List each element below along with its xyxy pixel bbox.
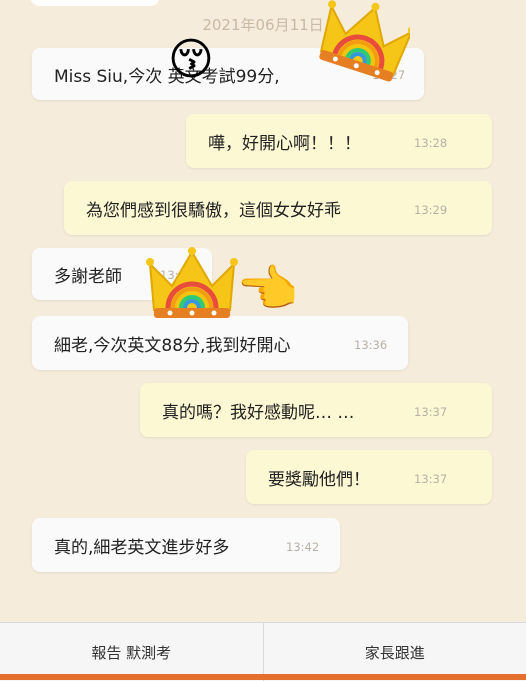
pointing-hand-icon: 👉	[238, 264, 300, 314]
date-separator: 2021年06月11日	[0, 14, 526, 35]
message-text: Miss Siu,今次 英文考試99分,	[54, 62, 280, 87]
report-tests-button[interactable]: 報告 默測考	[0, 623, 263, 681]
message-bubble-outgoing[interactable]: 為您們感到很驕傲，這個女女好乖 13:29	[64, 181, 492, 235]
message-text: 真的,細老英文進步好多	[54, 533, 229, 558]
kiss-face-icon: 😚	[168, 38, 214, 82]
message-time: 13:29	[414, 203, 447, 217]
parent-followup-button[interactable]: 家長跟進	[263, 623, 526, 681]
message-text: 嘩，好開心啊！！！	[208, 129, 361, 154]
rainbow-crown-icon	[318, 0, 410, 84]
accent-line	[0, 674, 526, 680]
previous-message-bubble	[30, 0, 160, 6]
message-time: 13:36	[354, 338, 387, 352]
message-bubble-outgoing[interactable]: 真的嗎？我好感動呢… … 13:37	[140, 383, 492, 437]
message-text: 細老,今次英文88分,我到好開心	[54, 331, 290, 356]
message-time: 13:37	[414, 405, 447, 419]
rainbow-crown-icon	[146, 246, 238, 330]
message-bubble-outgoing[interactable]: 嘩，好開心啊！！！ 13:28	[186, 114, 492, 168]
message-text: 多謝老師	[54, 262, 122, 287]
message-bubble-incoming[interactable]: 真的,細老英文進步好多 13:42	[32, 518, 340, 572]
bottom-action-bar: 報告 默測考 家長跟進	[0, 622, 526, 681]
message-time: 13:28	[414, 136, 447, 150]
message-text: 真的嗎？我好感動呢… …	[162, 398, 354, 423]
message-text: 要獎勵他們！	[268, 465, 370, 490]
message-text: 為您們感到很驕傲，這個女女好乖	[86, 196, 341, 221]
message-time: 13:42	[286, 540, 319, 554]
message-bubble-outgoing[interactable]: 要獎勵他們！ 13:37	[246, 450, 492, 504]
message-time: 13:37	[414, 472, 447, 486]
